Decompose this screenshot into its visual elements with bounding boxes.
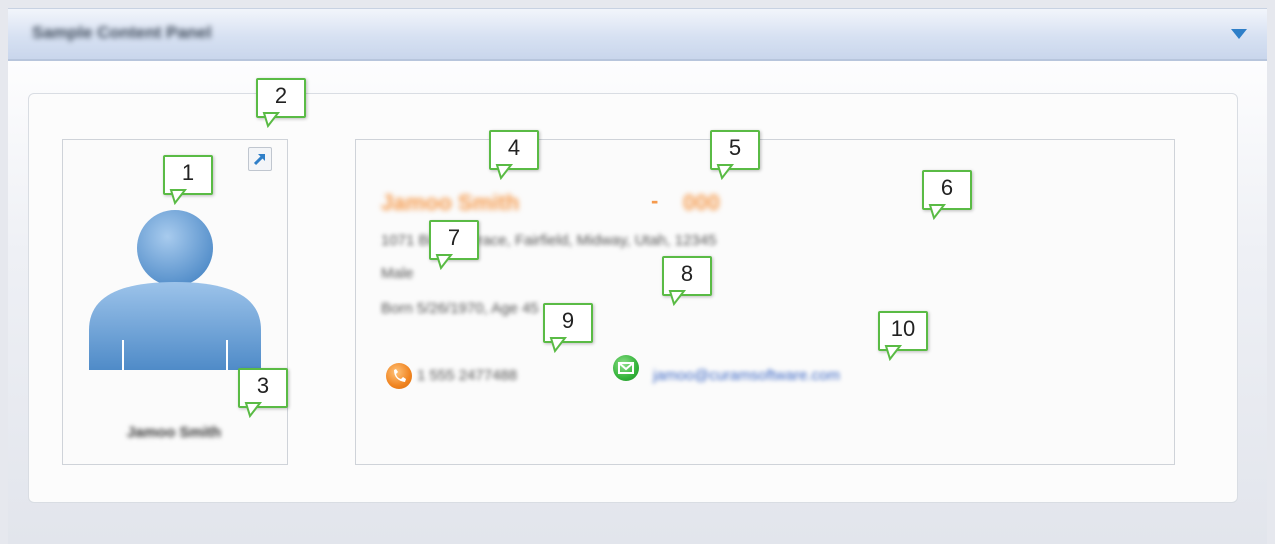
callout-number: 2 [274,83,288,108]
callout-number: 6 [940,175,954,200]
callout-6: 6 [922,170,972,220]
open-external-icon[interactable] [248,147,272,171]
callout-9: 9 [543,303,593,353]
callout-10: 10 [878,311,928,361]
callout-number: 8 [680,261,694,286]
contact-full-name: Jamoo Smith [381,190,520,215]
name-id-separator: - [651,188,659,213]
callout-7: 7 [429,220,479,270]
callout-2: 2 [256,78,306,128]
callout-3: 3 [238,368,288,418]
phone-icon [386,363,412,389]
email-icon [613,355,639,381]
contact-gender: Male [381,265,414,282]
callout-5: 5 [710,130,760,180]
callout-8: 8 [662,256,712,306]
contact-birth-info: Born 5/26/1970, Age 45 [381,300,539,317]
callout-number: 1 [181,160,195,185]
callout-number: 10 [890,316,916,341]
contact-name-label: Jamoo Smith [126,424,222,441]
callout-number: 4 [507,135,521,160]
contact-id: 000 [683,190,720,215]
callout-number: 5 [728,135,742,160]
panel-header: Sample Content Panel [8,8,1267,61]
callout-4: 4 [489,130,539,180]
callout-number: 7 [447,225,461,250]
contact-email-link[interactable]: jamoo@curamsoftware.com [653,367,840,384]
callout-number: 9 [561,308,575,333]
contact-phone: 1 555 2477488 [417,367,518,384]
callout-number: 3 [256,373,270,398]
callout-1: 1 [163,155,213,205]
triangle-down-icon[interactable] [1229,26,1249,42]
person-silhouette-icon [89,210,261,370]
panel-title: Sample Content Panel [32,23,212,42]
